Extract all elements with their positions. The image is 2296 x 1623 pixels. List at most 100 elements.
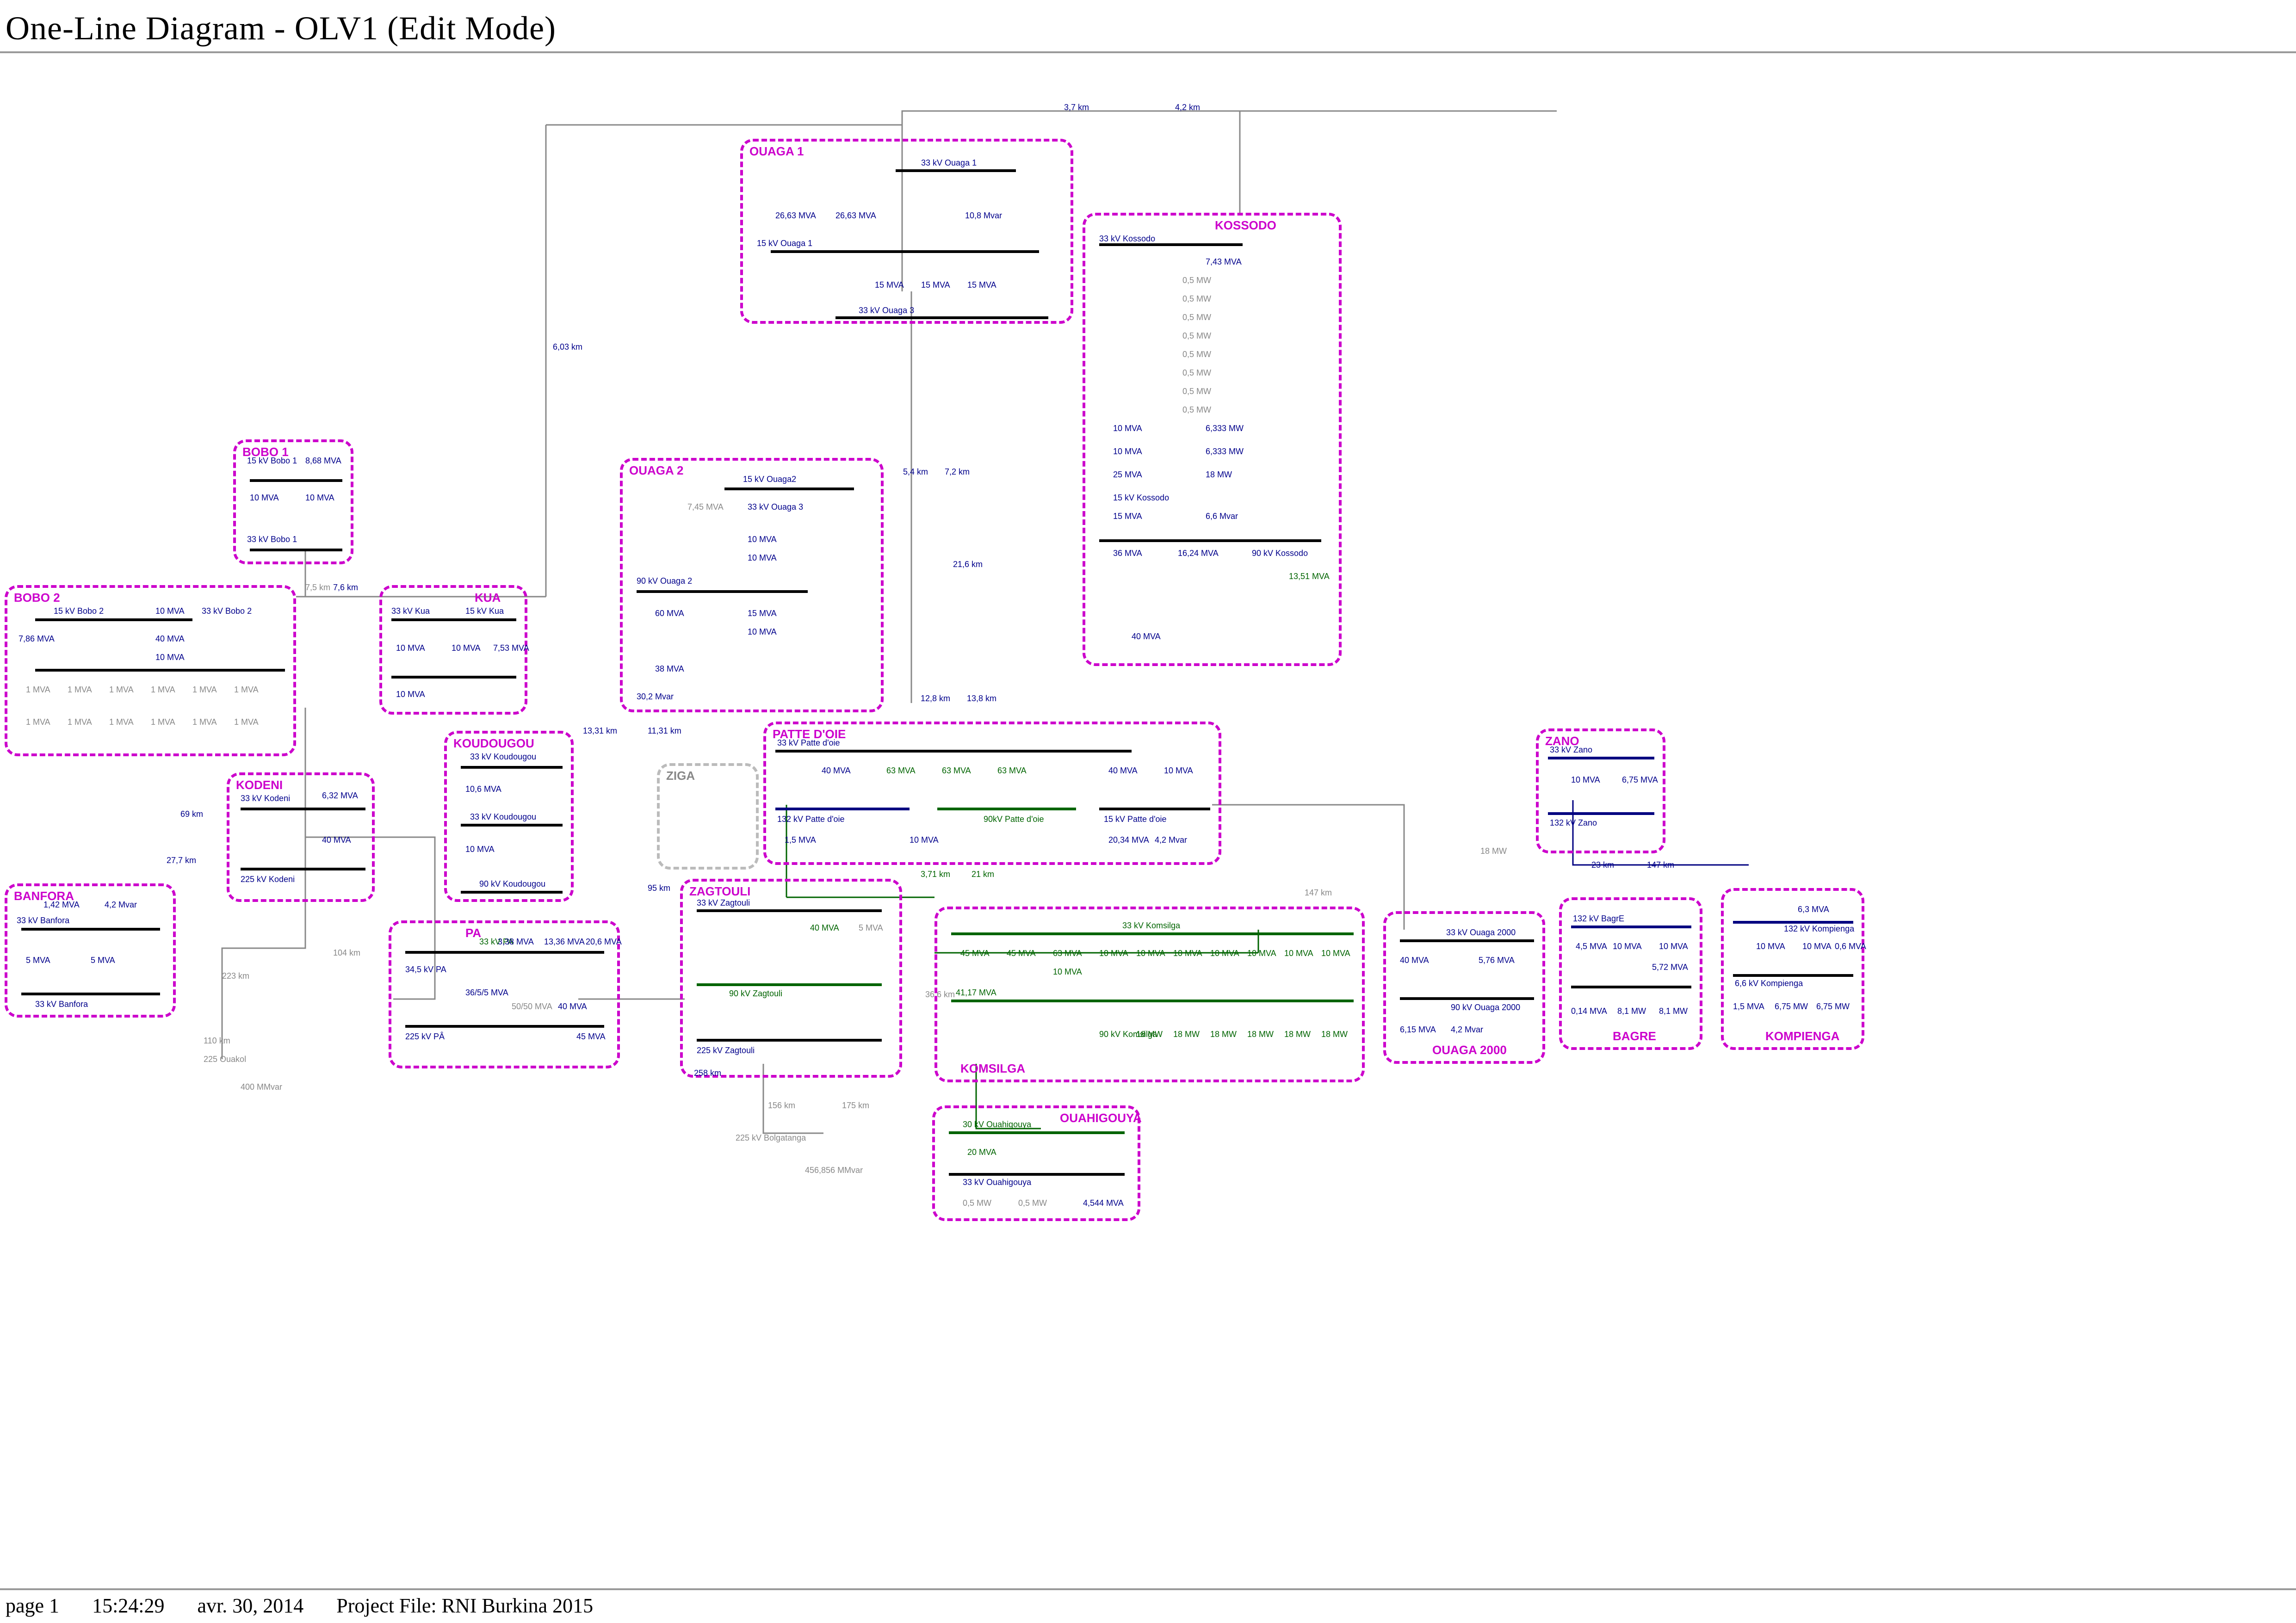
gen-rating: 0,5 MW	[1018, 1198, 1047, 1208]
bus-label: 90 kV Kossodo	[1252, 549, 1308, 558]
bus-label: 33 kV Kodeni	[241, 794, 290, 803]
rating: 10 MVA	[748, 535, 777, 544]
km-label: 147 km	[1305, 888, 1332, 898]
bus-label: 225 kV Zagtouli	[697, 1046, 755, 1055]
rating: 10 MVA	[1802, 942, 1832, 951]
km-label: 147 km	[1647, 860, 1674, 870]
bus-label: 33 kV Banfora	[17, 916, 69, 926]
bus-label: 33 kV Kossodo	[1099, 234, 1155, 244]
rating: 13,36 MVA	[544, 937, 585, 947]
gen-rating: 0,5 MW	[1182, 331, 1211, 341]
rating: 3,38 MVA	[498, 937, 534, 947]
rating: 15 MVA	[921, 280, 950, 290]
gen-rating: 18 MW	[1210, 1030, 1237, 1039]
station-zagtouli[interactable]: ZAGTOULI 33 kV Zagtouli 40 MVA 5 MVA 90 …	[680, 879, 902, 1078]
station-kua[interactable]: KUA 33 kV Kua 15 kV Kua 10 MVA 10 MVA 7,…	[379, 585, 527, 715]
gen-rating: 0,5 MW	[1182, 350, 1211, 359]
km-label: 23 km	[1591, 860, 1614, 870]
rating: 10 MVA	[1284, 949, 1313, 958]
bus-label: 15 kV Ouaga2	[743, 475, 796, 484]
rating: 40 MVA	[155, 634, 185, 644]
rating: 40 MVA	[1132, 632, 1161, 642]
station-title: KOSSODO	[1215, 218, 1276, 233]
rating: 10 MVA	[748, 553, 777, 563]
gen-rating: 18 MW	[1247, 1030, 1274, 1039]
bus-label: 33 kV Bobo 1	[247, 535, 297, 544]
rating: 30,2 Mvar	[637, 692, 674, 702]
station-ouaga1[interactable]: OUAGA 1 33 kV Ouaga 1 26,63 MVA 26,63 MV…	[740, 139, 1073, 324]
station-zano[interactable]: ZANO 33 kV Zano 10 MVA 6,75 MVA 132 kV Z…	[1536, 728, 1665, 853]
rating: 36/5/5 MVA	[465, 988, 508, 998]
rating: 40 MVA	[1400, 956, 1429, 965]
station-title: KOMSILGA	[960, 1061, 1025, 1076]
rating: 40 MVA	[322, 835, 351, 845]
rating: 5 MVA	[26, 956, 50, 965]
footer-time: 15:24:29	[92, 1594, 164, 1617]
rating: 10 MVA	[452, 643, 481, 653]
rating: 10 MVA	[1247, 949, 1276, 958]
station-ouaga2000[interactable]: OUAGA 2000 33 kV Ouaga 2000 40 MVA 5,76 …	[1383, 911, 1545, 1064]
gen-rating: 1 MVA	[234, 685, 259, 695]
station-kompienga[interactable]: KOMPIENGA 6,3 MVA 132 kV Kompienga 10 MV…	[1721, 888, 1864, 1050]
diagram-canvas[interactable]: 3,7 km 4,2 km OUAGA 1 33 kV Ouaga 1 26,6…	[0, 83, 2296, 1558]
station-banfora[interactable]: BANFORA 1,42 MVA 4,2 Mvar 33 kV Banfora …	[5, 883, 176, 1018]
bus-label: 33 kV Koudougou	[470, 812, 536, 822]
rating: 10 MVA	[1053, 967, 1082, 977]
km-label: 3,7 km	[1064, 103, 1089, 112]
rating: 1,42 MVA	[43, 900, 80, 910]
gen-rating: 18 MW	[1321, 1030, 1348, 1039]
rating: 15 MVA	[967, 280, 996, 290]
station-bagre[interactable]: BAGRE 132 kV BagrE 4,5 MVA 10 MVA 10 MVA…	[1559, 897, 1702, 1050]
station-bobo1[interactable]: BOBO 1 15 kV Bobo 1 8,68 MVA 10 MVA 10 M…	[233, 439, 353, 564]
bus-label: 33 kV Zano	[1550, 745, 1592, 755]
station-ouahigouya[interactable]: OUAHIGOUYA 30 kV Ouahigouya 20 MVA 33 kV…	[932, 1105, 1140, 1221]
bus-label: 90 kV Ouaga 2000	[1451, 1003, 1520, 1012]
station-koudougou[interactable]: KOUDOUGOU 33 kV Koudougou 10,6 MVA 33 kV…	[444, 731, 574, 902]
footer-date: avr. 30, 2014	[198, 1594, 304, 1617]
station-title: ZAGTOULI	[689, 884, 750, 899]
rating: 10 MVA	[155, 653, 185, 662]
station-kodeni[interactable]: KODENI 33 kV Kodeni 6,32 MVA 40 MVA 225 …	[227, 772, 375, 902]
rating: 4,544 MVA	[1083, 1198, 1124, 1208]
station-title: OUAGA 2000	[1432, 1043, 1507, 1057]
km-label: 27,7 km	[167, 856, 196, 865]
km-label: 175 km	[842, 1101, 869, 1111]
station-patte-doie[interactable]: PATTE D'OIE 33 kV Patte d'oie 40 MVA 63 …	[763, 722, 1221, 865]
rating: 10 MVA	[1659, 942, 1688, 951]
rating: 7,53 MVA	[493, 643, 529, 653]
rating: 63 MVA	[1053, 949, 1082, 958]
rating: 8,68 MVA	[305, 456, 341, 466]
station-komsilga[interactable]: KOMSILGA 33 kV Komsilga 45 MVA 45 MVA 63…	[934, 907, 1365, 1082]
page-title: One-Line Diagram - OLV1 (Edit Mode)	[0, 0, 2296, 53]
gen-rating: 1 MVA	[192, 717, 217, 727]
km-label: 110 km	[204, 1036, 230, 1046]
bus-label: 33 kV Ouaga 3	[859, 306, 914, 315]
station-pa[interactable]: PA 33 kV PA 34,5 kV PA 3,38 MVA 13,36 MV…	[389, 920, 620, 1068]
rating: 20 MVA	[967, 1148, 996, 1157]
rating: 6,15 MVA	[1400, 1025, 1436, 1035]
gen-rating: 6,75 MW	[1816, 1002, 1850, 1012]
rating: 40 MVA	[558, 1002, 587, 1012]
station-kossodo[interactable]: KOSSODO 33 kV Kossodo 7,43 MVA 0,5 MW 0,…	[1083, 213, 1342, 666]
rating: 10 MVA	[396, 643, 425, 653]
bus-label: 90 kV Zagtouli	[729, 989, 782, 999]
rating: 16,24 MVA	[1178, 549, 1219, 558]
rating: 4,2 Mvar	[1155, 835, 1187, 845]
gen-rating: 0,5 MW	[963, 1198, 991, 1208]
gen-rating: 1 MVA	[109, 685, 134, 695]
gen-rating: 1 MVA	[26, 717, 50, 727]
rating: 40 MVA	[810, 923, 839, 933]
gen-rating: 1 MVA	[68, 717, 92, 727]
rating: 10 MVA	[1173, 949, 1202, 958]
page-footer: page 1 15:24:29 avr. 30, 2014 Project Fi…	[0, 1588, 2296, 1617]
gen-rating: 0,5 MW	[1182, 294, 1211, 304]
rating: 0,14 MVA	[1571, 1006, 1607, 1016]
station-ziga-muted[interactable]: ZIGA	[657, 763, 759, 870]
rating: 4,5 MVA	[1576, 942, 1607, 951]
rating: 6,6 Mvar	[1206, 512, 1238, 521]
rating: 10 MVA	[1210, 949, 1239, 958]
rating: 5 MVA	[859, 923, 883, 933]
rating: 63 MVA	[942, 766, 971, 776]
station-bobo2[interactable]: BOBO 2 15 kV Bobo 2 7,86 MVA 10 MVA 33 k…	[5, 585, 296, 756]
station-ouaga2[interactable]: OUAGA 2 15 kV Ouaga2 33 kV Ouaga 3 7,45 …	[620, 458, 884, 712]
